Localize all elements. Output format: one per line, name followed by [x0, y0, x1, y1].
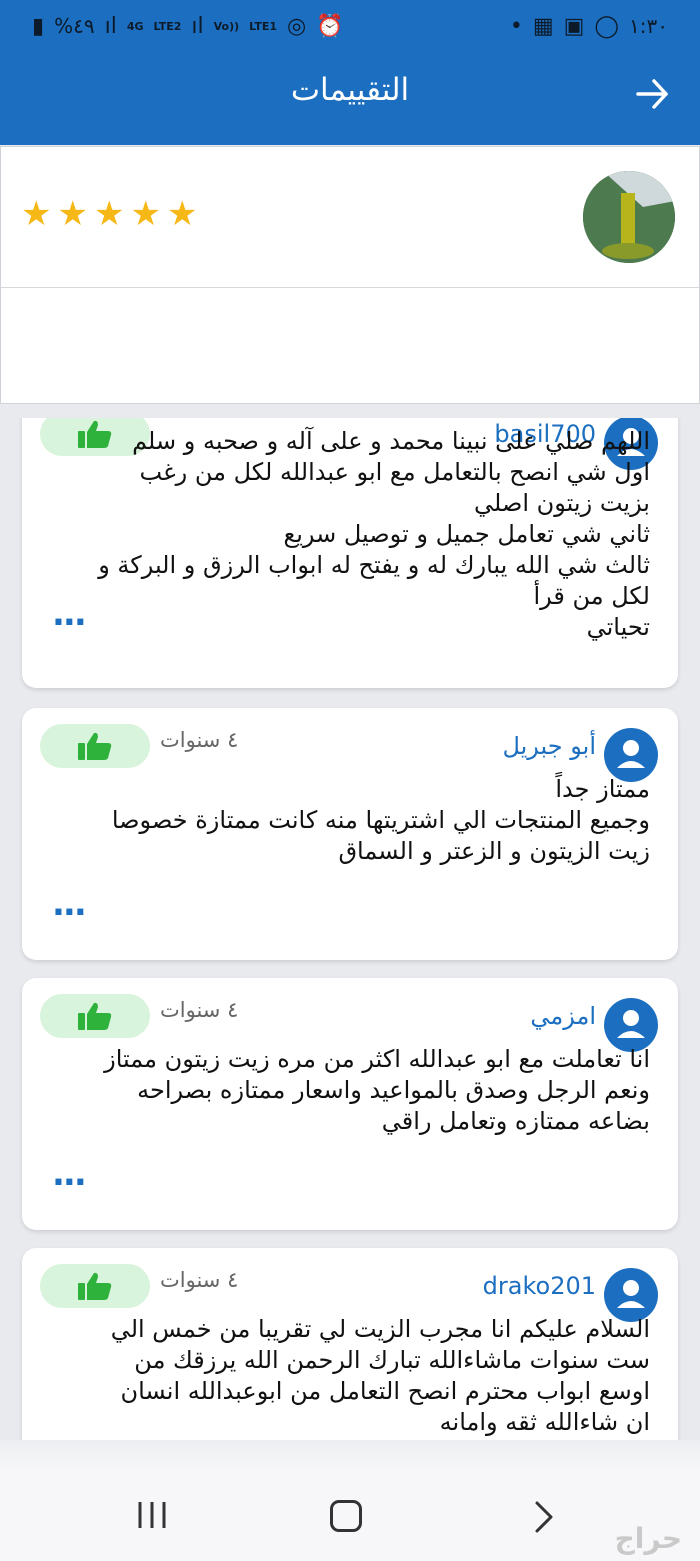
rating-summary-card: ★ ★ ★ ★ ★	[0, 146, 700, 404]
star-icon: ★	[93, 194, 125, 234]
review-card: امزمي ٤ سنوات انا تعاملت مع ابو عبدالله …	[22, 978, 678, 1230]
like-button[interactable]	[40, 724, 150, 768]
thumbs-up-icon	[78, 732, 112, 760]
thumbs-up-icon	[78, 1002, 112, 1030]
signal-icon: ıl	[104, 13, 117, 39]
battery-percent: %٤٩	[54, 14, 95, 38]
product-thumbnail	[583, 171, 675, 263]
network-label-1: 4G	[126, 19, 144, 33]
reviewer-name[interactable]: أبو جبريل	[502, 732, 596, 760]
review-text: اللهم صلي على نبينا محمد و على آله و صحب…	[98, 427, 650, 641]
review-text: السلام عليكم انا مجرب الزيت لي تقريبا من…	[110, 1315, 650, 1436]
whatsapp-icon: ◯	[594, 13, 620, 39]
home-icon[interactable]	[330, 1500, 362, 1532]
review-age: ٤ سنوات	[160, 998, 239, 1022]
review-age: ٤ سنوات	[160, 1268, 239, 1292]
recent-apps-icon[interactable]	[132, 1500, 172, 1530]
status-left: ▮ %٤٩ ıl 4G LTE2 ıl Vo)) LTE1 ◎ ⏰	[32, 14, 344, 39]
clock: ١:٣٠	[629, 14, 668, 38]
arrow-right-icon[interactable]	[632, 68, 672, 120]
summary-top: ★ ★ ★ ★ ★	[1, 147, 699, 288]
star-icon: ★	[130, 194, 161, 234]
star-icon: ★	[21, 194, 52, 234]
reviews-list[interactable]: basil700 اللهم صلي على نبينا محمد و على …	[0, 418, 700, 1440]
star-icon: ★	[166, 194, 198, 234]
review-card: drako201 ٤ سنوات السلام عليكم انا مجرب ا…	[22, 1248, 678, 1440]
app-bar: التقييمات	[0, 52, 700, 145]
review-text: ممتاز جداً وجميع المنتجات الي اشتريتها م…	[111, 775, 650, 865]
chevron-right-icon[interactable]	[528, 1500, 558, 1534]
rating-stars: ★ ★ ★ ★ ★	[21, 197, 197, 231]
network-label-2: Vo))	[213, 19, 240, 33]
review-age: ٤ سنوات	[160, 728, 239, 752]
list-fade	[0, 1440, 700, 1470]
signal-icon-2: ıl	[191, 13, 204, 39]
lte-label-2: LTE2	[153, 19, 182, 33]
review-text: انا تعاملت مع ابو عبدالله اكثر من مره زي…	[104, 1045, 650, 1135]
summary-bottom	[1, 288, 699, 404]
like-button[interactable]	[40, 1264, 150, 1308]
app-notification-icon: ▦	[532, 13, 554, 39]
battery-icon: ▮	[32, 13, 45, 39]
olive-oil-image	[583, 171, 675, 263]
more-options-button[interactable]: ...	[52, 1157, 87, 1191]
system-nav-bar	[0, 1470, 700, 1561]
thumbs-up-icon	[78, 1272, 112, 1300]
review-card: أبو جبريل ٤ سنوات ممتاز جداً وجميع المنت…	[22, 708, 678, 960]
status-bar: ▮ %٤٩ ıl 4G LTE2 ıl Vo)) LTE1 ◎ ⏰ • ▦ ▣ …	[0, 0, 700, 52]
more-options-button[interactable]: ...	[52, 597, 87, 631]
dot-icon: •	[509, 13, 523, 39]
status-right: • ▦ ▣ ◯ ١:٣٠	[510, 14, 668, 39]
gallery-icon: ▣	[563, 13, 585, 39]
more-options-button[interactable]: ...	[52, 887, 87, 921]
reviewer-name[interactable]: drako201	[483, 1272, 596, 1300]
hotspot-icon: ◎	[287, 13, 307, 39]
review-card: basil700 اللهم صلي على نبينا محمد و على …	[22, 418, 678, 688]
reviewer-name[interactable]: امزمي	[530, 1002, 596, 1030]
haraj-watermark: حراج	[614, 1522, 682, 1555]
page-title: التقييمات	[290, 72, 410, 108]
like-button[interactable]	[40, 994, 150, 1038]
star-icon: ★	[57, 194, 88, 234]
alarm-icon: ⏰	[316, 13, 344, 39]
lte-label-1: LTE1	[249, 19, 278, 33]
